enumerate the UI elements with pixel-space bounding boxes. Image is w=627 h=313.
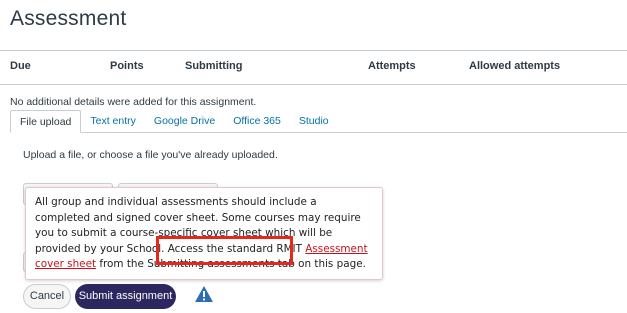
column-header-submitting: Submitting <box>185 60 243 72</box>
tab-studio[interactable]: Studio <box>290 110 338 133</box>
no-details-message: No additional details were added for thi… <box>10 96 257 108</box>
column-header-due: Due <box>10 60 31 72</box>
tab-google-drive[interactable]: Google Drive <box>145 110 224 133</box>
link-highlight-box <box>156 236 293 265</box>
column-header-points: Points <box>110 60 144 72</box>
tab-office-365[interactable]: Office 365 <box>224 110 290 133</box>
tab-file-upload[interactable]: File upload <box>10 110 82 133</box>
cover-sheet-tooltip: All group and individual assessments sho… <box>25 187 383 280</box>
table-top-divider <box>0 50 627 51</box>
page-title: Assessment <box>10 7 127 30</box>
warning-triangle-icon[interactable] <box>194 285 214 303</box>
table-bottom-divider <box>0 84 627 85</box>
cancel-button[interactable]: Cancel <box>23 284 71 309</box>
submission-tabs: File upload Text entry Google Drive Offi… <box>10 110 338 133</box>
column-header-allowed-attempts: Allowed attempts <box>469 60 561 72</box>
tab-panel-border <box>10 132 627 133</box>
upload-hint: Upload a file, or choose a file you've a… <box>23 149 278 161</box>
tab-text-entry[interactable]: Text entry <box>81 110 145 133</box>
submit-assignment-button[interactable]: Submit assignment <box>75 284 176 309</box>
column-header-attempts: Attempts <box>368 60 416 72</box>
